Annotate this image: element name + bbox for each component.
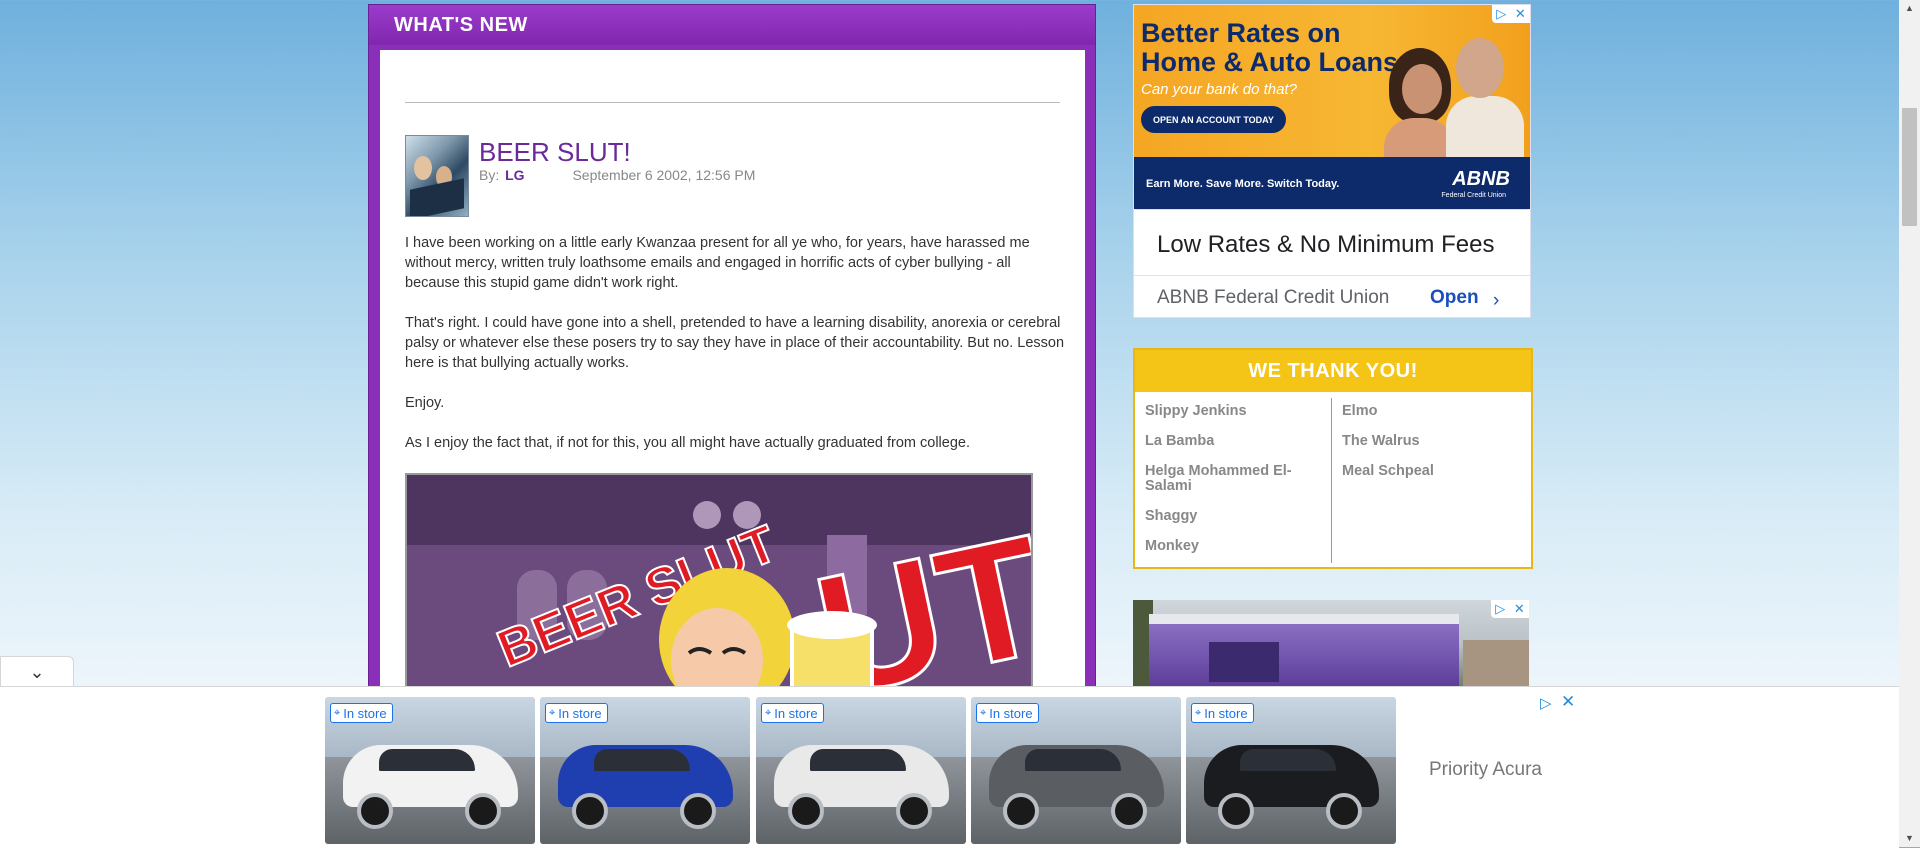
post-title[interactable]: BEER SLUT! — [479, 137, 631, 168]
thank-you-list: Slippy Jenkins La Bamba Helga Mohammed E… — [1135, 398, 1531, 563]
thank-you-name: Slippy Jenkins — [1145, 403, 1247, 419]
close-icon[interactable]: ✕ — [1514, 601, 1525, 617]
post-date: September 6 2002, 12:56 PM — [572, 167, 756, 183]
page-scrollbar[interactable]: ▲ ▼ — [1899, 0, 1920, 847]
in-store-badge: ⌖ In store — [545, 703, 608, 723]
ad-headline-line2: Home & Auto Loans — [1141, 47, 1399, 77]
abnb-logo-sub: Federal Credit Union — [1441, 192, 1506, 199]
thank-you-name: Meal Schpeal — [1342, 463, 1434, 479]
adchoices-icon[interactable]: ▷ — [1540, 694, 1552, 712]
thank-you-name: Helga Mohammed El-Salami — [1145, 463, 1292, 494]
post-paragraph: Enjoy. — [405, 395, 445, 411]
post-image[interactable]: UT BEER SLUT — [405, 473, 1033, 717]
location-pin-icon: ⌖ — [980, 706, 987, 719]
in-store-badge: ⌖ In store — [976, 703, 1039, 723]
badge-label: In store — [774, 705, 818, 721]
post-thumbnail[interactable] — [405, 135, 469, 217]
car-listing[interactable]: ⌖ In store — [325, 697, 535, 844]
post-body: I have been working on a little early Kw… — [405, 233, 1065, 473]
thank-you-left-column: Slippy Jenkins La Bamba Helga Mohammed E… — [1145, 398, 1315, 569]
divider — [1135, 209, 1529, 210]
divider — [1134, 275, 1530, 276]
post-author-link[interactable]: LG — [505, 167, 524, 183]
scrollbar-thumb[interactable] — [1902, 108, 1917, 226]
divider — [405, 102, 1060, 103]
in-store-badge: ⌖ In store — [1191, 703, 1254, 723]
ad-subhead: Can your bank do that? — [1141, 81, 1297, 98]
thank-you-box: WE THANK YOU! Slippy Jenkins La Bamba He… — [1133, 348, 1533, 569]
post-meta: By: LG September 6 2002, 12:56 PM — [479, 167, 755, 183]
post-container: BEER SLUT! By: LG September 6 2002, 12:5… — [380, 50, 1085, 717]
post-paragraph: That's right. I could have gone into a s… — [405, 315, 1065, 371]
ad-choices[interactable]: ▷ ✕ — [1491, 600, 1529, 618]
adchoices-icon[interactable]: ▷ — [1495, 601, 1505, 617]
trailer-ad[interactable]: ▷ ✕ — [1133, 600, 1529, 688]
post-paragraph: As I enjoy the fact that, if not for thi… — [405, 435, 970, 451]
thank-you-right-column: Elmo The Walrus Meal Schpeal — [1342, 398, 1512, 494]
open-account-button[interactable]: OPEN AN ACCOUNT TODAY — [1141, 106, 1286, 133]
beer-slut-illustration: UT BEER SLUT — [407, 475, 1031, 715]
badge-label: In store — [989, 705, 1033, 721]
thank-you-name: La Bamba — [1145, 433, 1215, 449]
close-icon[interactable]: ✕ — [1561, 692, 1575, 712]
bank-ad[interactable]: Better Rates on Home & Auto Loans Can yo… — [1133, 4, 1531, 318]
ad-slogan: Earn More. Save More. Switch Today. — [1146, 178, 1340, 190]
ad-choices[interactable]: ▷ ✕ — [1492, 5, 1530, 23]
location-pin-icon: ⌖ — [1195, 706, 1202, 719]
thank-you-name: Monkey — [1145, 538, 1199, 554]
thank-you-name: Elmo — [1342, 403, 1378, 419]
close-icon[interactable]: ✕ — [1515, 6, 1526, 22]
by-label: By: — [479, 167, 500, 183]
badge-label: In store — [343, 705, 387, 721]
badge-label: In store — [1204, 705, 1248, 721]
scroll-up-arrow-icon[interactable]: ▲ — [1899, 0, 1920, 17]
thank-you-name: Shaggy — [1145, 508, 1198, 524]
in-store-badge: ⌖ In store — [330, 703, 393, 723]
location-pin-icon: ⌖ — [765, 706, 772, 719]
location-pin-icon: ⌖ — [549, 706, 556, 719]
adchoices-icon[interactable]: ▷ — [1496, 6, 1506, 22]
chevron-down-icon[interactable]: ⌄ — [29, 662, 44, 683]
abnb-logo: ABNB — [1452, 168, 1510, 190]
dealer-name[interactable]: Priority Acura — [1429, 759, 1542, 781]
location-pin-icon: ⌖ — [334, 706, 341, 719]
section-title: WHAT'S NEW — [369, 5, 1095, 45]
ad-slogan-bar: Earn More. Save More. Switch Today. ABNB… — [1134, 157, 1530, 209]
thank-you-name: The Walrus — [1342, 433, 1420, 449]
thank-you-title: WE THANK YOU! — [1135, 350, 1531, 392]
car-listing[interactable]: ⌖ In store — [540, 697, 750, 844]
ad-advertiser[interactable]: ABNB Federal Credit Union — [1157, 287, 1389, 309]
ad-banner[interactable]: Better Rates on Home & Auto Loans Can yo… — [1134, 5, 1530, 160]
ad-big-text[interactable]: Low Rates & No Minimum Fees — [1157, 231, 1494, 259]
ad-open-button[interactable]: Open — [1430, 287, 1479, 309]
in-store-badge: ⌖ In store — [761, 703, 824, 723]
badge-label: In store — [558, 705, 602, 721]
post-paragraph: I have been working on a little early Kw… — [405, 235, 1030, 291]
ad-photo — [1384, 30, 1524, 160]
ad-headline: Better Rates on Home & Auto Loans — [1141, 19, 1398, 77]
collapse-ad-button[interactable]: ⌄ — [0, 656, 74, 687]
whats-new-panel: WHAT'S NEW BEER SLUT! By: LG September 6… — [368, 4, 1096, 717]
ad-headline-line1: Better Rates on — [1141, 18, 1341, 48]
car-listing[interactable]: ⌖ In store — [1186, 697, 1396, 844]
car-listing[interactable]: ⌖ In store — [756, 697, 966, 844]
car-listing[interactable]: ⌖ In store — [971, 697, 1181, 844]
scroll-down-arrow-icon[interactable]: ▼ — [1899, 830, 1920, 847]
chevron-right-icon[interactable]: › — [1493, 290, 1499, 312]
divider — [1331, 398, 1332, 563]
